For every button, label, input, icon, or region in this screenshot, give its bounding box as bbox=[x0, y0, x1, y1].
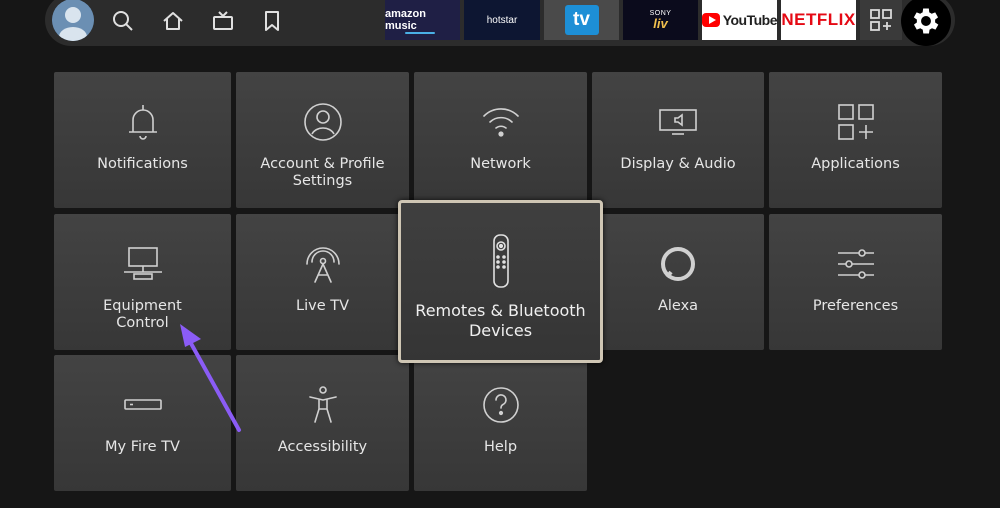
sony-liv-app-tile[interactable]: SONY liv bbox=[623, 0, 698, 40]
equipment-icon bbox=[54, 244, 231, 284]
netflix-label: NETFLIX bbox=[781, 10, 856, 29]
preferences-tile[interactable]: Preferences bbox=[769, 214, 942, 350]
amazon-music-label: amazon music bbox=[385, 8, 426, 32]
remotes-bluetooth-devices-tile[interactable]: Remotes & Bluetooth Devices bbox=[398, 200, 603, 363]
notifications-tile[interactable]: Notifications bbox=[54, 72, 231, 208]
tile-label: Equipment Control bbox=[103, 298, 182, 331]
fire-tv-device-icon bbox=[54, 385, 231, 425]
tv-app-tile[interactable]: tv bbox=[544, 0, 619, 40]
bookmark-icon[interactable] bbox=[259, 8, 285, 34]
help-icon bbox=[414, 385, 587, 425]
tile-label: Alexa bbox=[657, 298, 699, 314]
tv-app-logo: tv bbox=[564, 5, 599, 35]
tile-label: Live TV bbox=[296, 298, 349, 314]
accessibility-tile[interactable]: Accessibility bbox=[236, 355, 409, 491]
amazon-smile-icon bbox=[405, 32, 435, 34]
display-audio-tile[interactable]: Display & Audio bbox=[592, 72, 764, 208]
amazon-music-app-tile[interactable]: amazon music bbox=[385, 0, 460, 40]
bell-icon bbox=[54, 102, 231, 142]
help-tile[interactable]: Help bbox=[414, 355, 587, 491]
profile-avatar-icon[interactable] bbox=[52, 0, 94, 41]
youtube-label: YouTube bbox=[722, 12, 777, 28]
network-tile[interactable]: Network bbox=[414, 72, 587, 208]
hotstar-app-tile[interactable]: hotstar bbox=[464, 0, 540, 40]
apps-grid-icon bbox=[870, 9, 892, 31]
tile-label: Account & Profile Settings bbox=[260, 156, 385, 189]
tile-label: Notifications bbox=[97, 156, 188, 172]
home-icon[interactable] bbox=[160, 8, 186, 34]
all-apps-button[interactable] bbox=[860, 0, 902, 40]
account-profile-settings-tile[interactable]: Account & Profile Settings bbox=[236, 72, 409, 208]
my-fire-tv-tile[interactable]: My Fire TV bbox=[54, 355, 231, 491]
gear-icon bbox=[913, 8, 939, 34]
applications-tile[interactable]: Applications bbox=[769, 72, 942, 208]
alexa-tile[interactable]: Alexa bbox=[592, 214, 764, 350]
tile-label: Applications bbox=[811, 156, 900, 172]
youtube-play-icon bbox=[702, 13, 720, 27]
tile-label: Help bbox=[483, 439, 518, 455]
youtube-app-tile[interactable]: YouTube bbox=[702, 0, 777, 40]
hotstar-label: hotstar bbox=[486, 14, 518, 26]
tile-label: Preferences bbox=[812, 298, 899, 314]
tile-label: Remotes & Bluetooth Devices bbox=[415, 301, 586, 340]
tile-label: Accessibility bbox=[277, 439, 368, 455]
antenna-icon bbox=[236, 244, 409, 284]
display-icon bbox=[592, 102, 764, 142]
search-icon[interactable] bbox=[110, 8, 136, 34]
equipment-control-tile[interactable]: Equipment Control bbox=[54, 214, 231, 350]
live-tv-icon[interactable] bbox=[210, 8, 236, 34]
remote-icon bbox=[401, 233, 600, 289]
alexa-icon bbox=[592, 244, 764, 284]
apps-grid-icon bbox=[769, 102, 942, 142]
tile-label: Network bbox=[470, 156, 531, 172]
liv-label: liv bbox=[653, 16, 668, 31]
wifi-icon bbox=[414, 102, 587, 142]
sliders-icon bbox=[769, 244, 942, 284]
accessibility-icon bbox=[236, 385, 409, 425]
tile-label: My Fire TV bbox=[105, 439, 180, 455]
tile-label: Display & Audio bbox=[620, 156, 736, 172]
profile-icon bbox=[236, 102, 409, 142]
live-tv-tile[interactable]: Live TV bbox=[236, 214, 409, 350]
netflix-app-tile[interactable]: NETFLIX bbox=[781, 0, 856, 40]
